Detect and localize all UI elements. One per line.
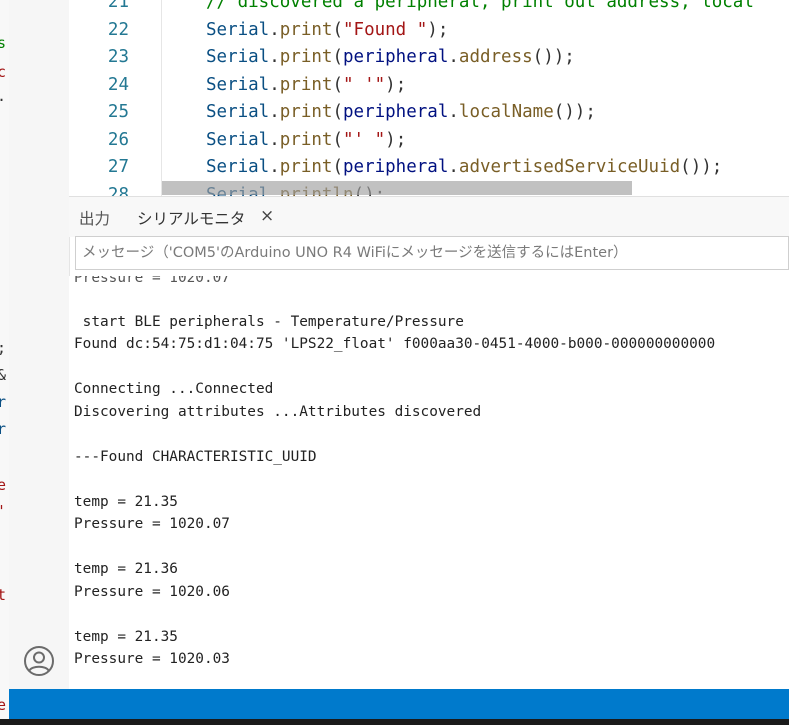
output-line: start BLE peripherals - Temperature/Pres… (74, 314, 464, 330)
horizontal-scrollbar[interactable] (162, 181, 632, 195)
code-token: address (458, 47, 533, 67)
strip-char: s (0, 35, 6, 51)
code-token: ()); (680, 157, 723, 177)
code-token: "' " (343, 130, 386, 150)
line-number: 21 (107, 0, 129, 12)
line-number: 25 (107, 102, 129, 122)
code-token: peripheral (343, 157, 449, 177)
status-bar (9, 689, 789, 719)
output-line: Pressure = 1020.07 (74, 276, 230, 286)
output-line: Pressure = 1020.03 (74, 651, 230, 667)
code-line: Serial.print("Found "); (206, 20, 449, 40)
output-line: temp = 21.36 (74, 561, 178, 577)
code-token: ); (385, 75, 407, 95)
close-icon[interactable]: × (260, 206, 274, 226)
code-line: Serial.print(peripheral.advertisedServic… (206, 157, 723, 177)
code-token: Serial (206, 47, 270, 67)
code-token: localName (458, 102, 554, 122)
code-token: ()); (532, 47, 575, 67)
tab-output[interactable]: 出力 (79, 207, 110, 229)
code-token: peripheral (343, 47, 449, 67)
line-number: 22 (107, 20, 129, 40)
code-token: peripheral (343, 102, 449, 122)
tab-serial-monitor[interactable]: シリアルモニタ (137, 207, 245, 229)
output-line: Pressure = 1020.06 (74, 584, 230, 600)
code-token: Serial (206, 102, 270, 122)
code-token: Serial (206, 130, 270, 150)
strip-char: t (0, 587, 6, 603)
activity-bar (9, 0, 70, 690)
line-number: 27 (107, 157, 129, 177)
code-token: ); (427, 20, 449, 40)
strip-char: ' (0, 503, 6, 519)
window-bottom-edge (0, 719, 789, 725)
code-token: print (279, 130, 333, 150)
code-token: Serial (206, 20, 270, 40)
account-icon[interactable] (23, 645, 55, 677)
panel-tab-bar: 出力 シリアルモニタ × (69, 196, 789, 237)
code-token: ()); (553, 102, 596, 122)
output-line: Discovering attributes ...Attributes dis… (74, 404, 482, 420)
strip-char: c (0, 64, 6, 80)
code-token: " '" (343, 75, 386, 95)
strip-char: e (0, 697, 6, 713)
line-number: 26 (107, 130, 129, 150)
line-number-gutter: 21 22 23 24 25 26 27 28 (69, 0, 162, 200)
serial-monitor-output[interactable]: Pressure = 1020.07 start BLE peripherals… (69, 276, 789, 689)
strip-char: & (0, 367, 6, 383)
code-token: Serial (206, 157, 270, 177)
code-token: Serial (206, 75, 270, 95)
code-line: Serial.print("' "); (206, 130, 407, 150)
code-line: Serial.print(" '"); (206, 75, 407, 95)
output-line: Found dc:54:75:d1:04:75 'LPS22_float' f0… (74, 336, 716, 352)
code-token: print (279, 102, 333, 122)
code-line: Serial.print(peripheral.address()); (206, 47, 575, 67)
code-line: // discovered a peripheral, print out ad… (206, 0, 754, 12)
code-editor[interactable]: 21 22 23 24 25 26 27 28 // discovered a … (69, 0, 789, 200)
code-token: print (279, 75, 333, 95)
output-line: Connecting ...Connected (74, 381, 274, 397)
output-line: temp = 21.35 (74, 629, 178, 645)
code-token: "Found " (343, 20, 428, 40)
output-line: Pressure = 1020.07 (74, 516, 230, 532)
strip-char: r (0, 421, 6, 437)
code-line: Serial.print(peripheral.localName()); (206, 102, 596, 122)
output-line: temp = 21.35 (74, 494, 178, 510)
strip-char: e (0, 477, 6, 493)
code-token: ); (385, 130, 407, 150)
code-comment: // discovered a peripheral, print out ad… (206, 0, 754, 12)
code-token: print (279, 47, 333, 67)
line-number: 24 (107, 75, 129, 95)
line-number: 23 (107, 47, 129, 67)
message-input[interactable] (75, 236, 789, 270)
strip-char: r (0, 394, 6, 410)
strip-char: . (0, 88, 6, 104)
code-token: advertisedServiceUuid (458, 157, 681, 177)
code-token: print (279, 20, 333, 40)
strip-char: ; (0, 340, 6, 356)
code-token: print (279, 157, 333, 177)
output-line: ---Found CHARACTERISTIC_UUID (74, 449, 317, 465)
